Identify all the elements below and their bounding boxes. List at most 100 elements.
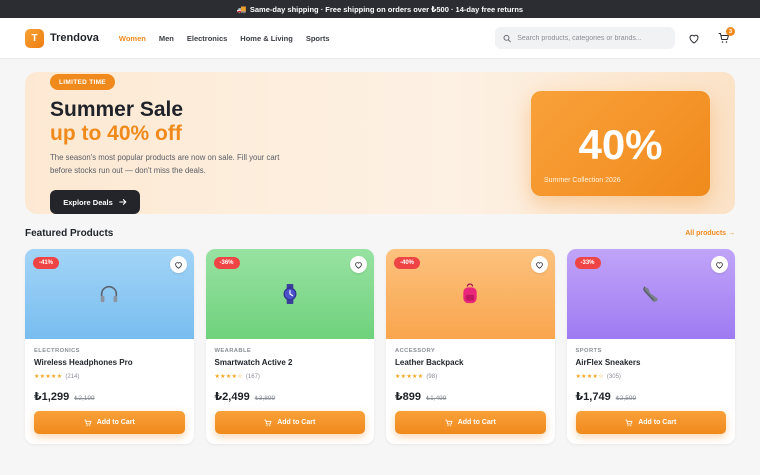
product-prices: ₺1,749 ₺2,599 [576,390,727,403]
hero-title: Summer Sale [50,98,184,121]
search-icon [503,34,511,42]
product-price: ₺1,299 [34,391,70,403]
product-category: SPORTS [575,348,602,354]
product-category: ACCESSORY [395,348,436,354]
arrow-right-icon [119,199,127,205]
logo-text: Trendova [50,32,99,44]
product-rating: ★★★★☆ (167) [214,373,366,381]
add-to-cart-button[interactable]: Add to Cart [575,411,726,434]
product-old-price: ₺3,899 [254,395,276,402]
review-count: (305) [606,373,621,380]
nav-item-home-living[interactable]: Home & Living [240,34,293,43]
cart-button[interactable]: 3 [713,27,735,49]
product-prices: ₺1,299 ₺2,199 [34,390,185,403]
product-category: ELECTRONICS [34,348,80,354]
product-card[interactable]: -33% SPORTS AirFlex Sneakers ★★★★☆ (305)… [566,249,735,444]
add-to-cart-label: Add to Cart [638,419,677,426]
nav-item-men[interactable]: Men [159,34,174,43]
product-category: WEARABLE [214,348,252,354]
product-price: ₺1,749 [575,391,611,403]
product-card[interactable]: -40% ACCESSORY Leather Backpack ★★★★★ (9… [386,249,555,444]
heart-icon [355,261,362,269]
add-to-cart-button[interactable]: Add to Cart [34,411,185,434]
product-name[interactable]: Wireless Headphones Pro [34,358,185,367]
promo-card[interactable]: 40% Summer Collection 2026 [531,91,710,196]
rating-stars: ★★★★★ [34,374,63,380]
featured-header: Featured Products All products → [25,228,735,239]
discount-badge: -41% [33,257,60,269]
discount-badge: -33% [574,257,601,269]
product-rating: ★★★★★ (98) [395,373,546,381]
product-card[interactable]: -36% WEARABLE Smartwatch Active 2 ★★★★☆ … [205,249,374,444]
heart-icon [716,261,723,269]
wishlist-toggle[interactable] [169,256,187,273]
discount-badge: -36% [213,257,240,269]
product-card[interactable]: -41% ELECTRONICS Wireless Headphones Pro… [25,249,194,444]
wishlist-toggle[interactable] [350,256,367,273]
cart-icon [444,419,453,426]
product-name[interactable]: Leather Backpack [395,358,546,367]
rating-stars: ★★★★☆ [214,374,243,380]
add-to-cart-label: Add to Cart [277,419,316,426]
promo-caption: Summer Collection 2026 [544,177,621,184]
add-to-cart-button[interactable]: Add to Cart [395,411,546,434]
search-input[interactable] [517,34,667,42]
explore-deals-button[interactable]: Explore Deals [50,190,140,214]
review-count: (98) [426,373,438,380]
product-name[interactable]: Smartwatch Active 2 [215,358,366,367]
wishlist-toggle[interactable] [711,256,728,273]
limited-time-tag: LIMITED TIME [50,74,115,90]
site-header: T Trendova Women Men Electronics Home & … [0,18,760,59]
logo[interactable]: T Trendova [25,28,99,48]
truck-icon: 🚚 [236,4,247,14]
discount-badge: -40% [394,257,421,269]
backpack-icon [463,283,477,304]
cart-icon [264,419,272,426]
main-nav: Women Men Electronics Home & Living Spor… [119,34,330,43]
hero-description: The season's most popular products are n… [50,153,280,175]
nav-item-sports[interactable]: Sports [306,34,330,43]
all-products-link[interactable]: All products → [685,230,735,237]
product-image[interactable]: -33% [566,249,735,339]
watch-icon [283,284,297,304]
product-rating: ★★★★☆ (305) [575,373,727,381]
explore-deals-label: Explore Deals [63,197,113,207]
product-image[interactable]: -40% [386,249,555,339]
review-count: (214) [65,373,80,380]
product-image[interactable]: -41% [25,249,194,339]
headphones-icon [101,285,118,303]
wishlist-toggle[interactable] [530,256,548,273]
product-old-price: ₺2,199 [74,395,95,402]
add-to-cart-label: Add to Cart [457,419,496,426]
wishlist-button[interactable] [683,27,705,49]
announcement-bar: 🚚 Same-day shipping · Free shipping on o… [0,0,760,18]
rating-stars: ★★★★★ [395,374,424,380]
heart-icon [689,34,699,43]
product-old-price: ₺2,599 [615,395,637,402]
product-old-price: ₺1,499 [426,395,447,402]
review-count: (167) [245,373,260,380]
product-grid: -41% ELECTRONICS Wireless Headphones Pro… [25,249,735,444]
logo-badge: T [25,28,44,48]
nav-item-women[interactable]: Women [119,34,146,43]
product-image[interactable]: -36% [205,249,374,339]
search-bar[interactable] [495,27,675,49]
add-to-cart-button[interactable]: Add to Cart [214,411,365,434]
heart-icon [174,261,182,269]
product-price: ₺2,499 [214,391,250,403]
add-to-cart-label: Add to Cart [96,419,135,426]
cart-count-badge: 3 [726,27,735,36]
announcement-text: Same-day shipping · Free shipping on ord… [249,4,524,14]
hero-banner: LIMITED TIME Summer Sale up to 40% off T… [25,72,735,214]
product-name[interactable]: AirFlex Sneakers [576,358,727,367]
sneaker-icon [642,286,658,303]
product-price: ₺899 [395,391,422,403]
cart-icon [83,419,92,426]
cart-icon [625,419,633,426]
product-rating: ★★★★★ (214) [34,373,185,381]
promo-percent: 40% [578,121,663,168]
product-prices: ₺2,499 ₺3,899 [215,390,366,403]
rating-stars: ★★★★☆ [575,374,604,380]
heart-icon [535,261,543,269]
nav-item-electronics[interactable]: Electronics [187,34,227,43]
